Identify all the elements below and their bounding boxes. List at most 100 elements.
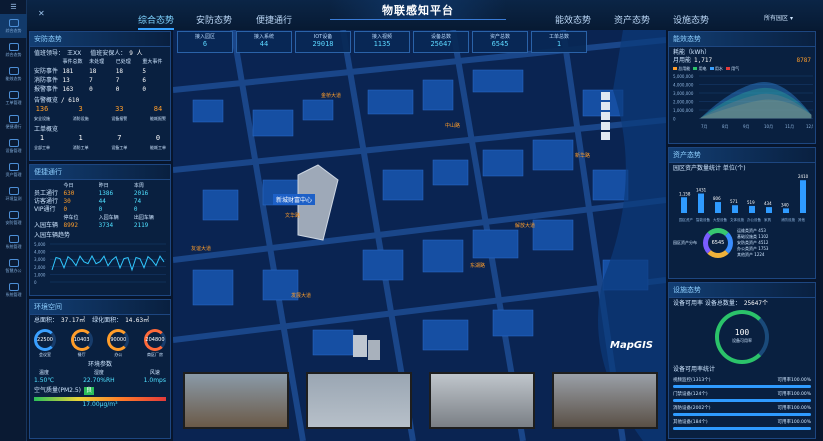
asset-bar[interactable]: [766, 207, 772, 213]
leader-value: 王XX: [67, 50, 82, 57]
sidebar-item[interactable]: 资产管理: [0, 158, 27, 182]
x-tick: 8月: [722, 124, 729, 129]
alarm-kpi[interactable]: 3 消防设施: [73, 105, 89, 123]
tab-security[interactable]: 安防态势: [196, 13, 232, 26]
asset-bar[interactable]: [715, 202, 721, 213]
table-row: VIP通行 0 0 0: [34, 206, 166, 214]
bar-label: 办公设备: [747, 217, 761, 222]
menu-icon: [8, 186, 19, 195]
workorder-kpi[interactable]: 1 全部工单: [34, 134, 50, 152]
layers-icon[interactable]: [601, 112, 610, 120]
stat-card[interactable]: 接入园区 6: [177, 31, 233, 53]
alarm-kpi[interactable]: 33 设备报警: [111, 105, 127, 123]
facility-item[interactable]: 消防设备(2002个) 可用率100.00%: [673, 405, 811, 416]
zoom-in-icon[interactable]: [601, 92, 610, 100]
sidebar-item[interactable]: 工单管理: [0, 86, 27, 110]
stat-card[interactable]: IOT设备 29018: [295, 31, 351, 53]
month-value: 1,717: [694, 57, 713, 64]
reset-icon[interactable]: [601, 132, 610, 140]
workorder-kpi[interactable]: 1 消防工单: [73, 134, 89, 152]
tab-overview[interactable]: 综合态势: [138, 13, 175, 30]
stat-label: 接入园区: [194, 34, 215, 40]
tab-facility[interactable]: 设施态势: [673, 13, 709, 26]
sidebar: ☰ 综合态势 综合态势 能效态势 工单管理 便捷通行 设备管理 资产管理 环境监测 安防管理 系统…: [0, 0, 27, 441]
row-label: 员工通行: [34, 190, 59, 197]
stat-card[interactable]: 工单总数 1: [531, 31, 587, 53]
green-label: 绿化面积：: [92, 317, 123, 324]
measure-icon[interactable]: [601, 122, 610, 130]
asset-bar[interactable]: [783, 208, 789, 213]
vehicle-trend-chart: 5,000 4,000 3,000 2,000 1,000 0: [34, 242, 166, 285]
asset-bar[interactable]: [749, 205, 755, 213]
sidebar-item-label: 资产管理: [5, 171, 22, 177]
camera-feed-2[interactable]: [306, 372, 412, 429]
sidebar-item[interactable]: 综合态势: [0, 14, 27, 38]
asset-bar[interactable]: [732, 205, 738, 213]
facility-item[interactable]: 门禁设备(124个) 可用率100.00%: [673, 391, 811, 402]
bar-label: 园区资产: [679, 217, 693, 222]
bar-value: 340: [781, 202, 789, 207]
donut-value: 90000: [110, 337, 127, 343]
asset-bar[interactable]: [698, 193, 704, 213]
bar-value: 519: [747, 200, 755, 205]
availability-bar: [673, 385, 811, 388]
stat-card[interactable]: 设备总数 25647: [413, 31, 469, 53]
sidebar-item[interactable]: 安防管理: [0, 206, 27, 230]
sidebar-item[interactable]: 系统管理: [0, 278, 27, 302]
env-param: 湿度 22.70%RH: [83, 369, 115, 385]
facility-item[interactable]: 其他设备(184个) 可用率100.00%: [673, 419, 811, 430]
space-donut[interactable]: 204800 商区厂房: [143, 329, 166, 359]
tab-access[interactable]: 便捷通行: [256, 13, 292, 26]
workorder-kpi[interactable]: 7 设备工单: [111, 134, 127, 152]
param-value: 22.70%RH: [83, 377, 115, 384]
tab-energy[interactable]: 能效态势: [555, 13, 591, 26]
sidebar-item-label: 系统管理: [5, 291, 22, 297]
stat-card[interactable]: 资产总数 6545: [472, 31, 528, 53]
space-donut[interactable]: 22500 会议室: [34, 329, 56, 359]
sidebar-item[interactable]: 设备管理: [0, 134, 27, 158]
bar-label: 大型设备: [713, 217, 727, 222]
stat-card[interactable]: 接入视频 1135: [354, 31, 410, 53]
workorder-kpi[interactable]: 0 能耗工单: [150, 134, 166, 152]
panel-title: 安防态势: [30, 32, 170, 47]
street-label: 中山路: [445, 123, 461, 129]
stat-value: 44: [259, 40, 269, 48]
energy-value-2: 8787: [796, 57, 811, 64]
asset-bar[interactable]: [800, 180, 806, 213]
sidebar-item[interactable]: 综合态势: [0, 38, 27, 62]
camera-feed-4[interactable]: [552, 372, 658, 429]
cell-value: 181: [62, 68, 74, 75]
asset-bar[interactable]: [681, 197, 687, 213]
facility-item[interactable]: 视频监控(1313个) 可用率100.00%: [673, 377, 811, 388]
alarm-kpi[interactable]: 136 安全设施: [34, 105, 50, 123]
zoom-out-icon[interactable]: [601, 102, 610, 110]
chevron-down-icon: ▾: [789, 15, 793, 22]
sidebar-item[interactable]: 环境监测: [0, 182, 27, 206]
stat-card[interactable]: 接入系统 44: [236, 31, 292, 53]
cell-value: 0: [142, 86, 146, 93]
donut-label: 办公: [114, 352, 123, 357]
building-label[interactable]: 新城财富中心: [273, 194, 316, 205]
sidebar-item[interactable]: 智慧办公: [0, 254, 27, 278]
tab-assets[interactable]: 资产态势: [614, 13, 650, 26]
sidebar-item-label: 设备管理: [5, 147, 22, 153]
space-donut[interactable]: 10403 餐厅: [70, 329, 93, 359]
chart-label: 入园车辆趋势: [34, 232, 71, 239]
alarm-kpi[interactable]: 84 能耗报警: [150, 105, 166, 123]
trend-line: [51, 254, 165, 272]
sidebar-item[interactable]: 系统管理: [0, 230, 27, 254]
camera-feed-3[interactable]: [429, 372, 535, 429]
menu-icon: [8, 114, 19, 123]
collapse-icon[interactable]: ☰: [0, 0, 27, 14]
space-donut[interactable]: 90000 办公: [107, 329, 130, 359]
sidebar-item[interactable]: 能效态势: [0, 62, 27, 86]
sidebar-item[interactable]: 便捷通行: [0, 110, 27, 134]
x-tick: 9月: [743, 124, 750, 129]
cell-value: 2119: [133, 222, 149, 229]
legend-item: 用气: [725, 65, 739, 73]
legend-label: 总用能: [678, 66, 691, 71]
area-select[interactable]: 所有园区 ▾: [764, 13, 793, 22]
camera-feed-1[interactable]: [183, 372, 289, 429]
close-icon[interactable]: ✕: [38, 9, 45, 18]
donut-ring: 22500: [34, 329, 56, 351]
